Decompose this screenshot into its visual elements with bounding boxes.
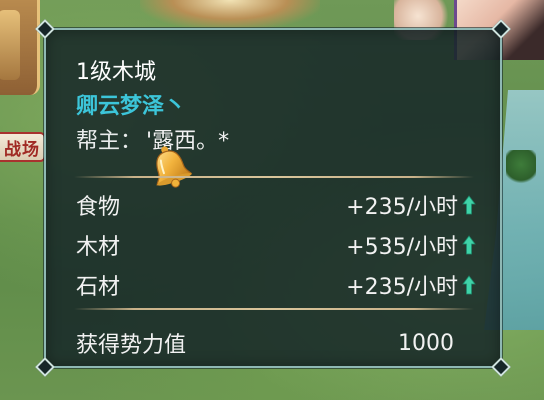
map-ornament-top: [140, 0, 320, 30]
city-title: 1级木城: [76, 60, 156, 85]
resource-row-wood: 木材 +535/小时: [76, 230, 476, 260]
divider: [74, 308, 474, 310]
battlefield-button[interactable]: 战场: [0, 132, 46, 162]
bell-icon[interactable]: [148, 142, 192, 190]
leader-label: 帮主：: [76, 129, 143, 154]
up-arrow-icon: [462, 235, 476, 255]
divider: [74, 176, 474, 178]
influence-row: 获得势力值 1000: [76, 328, 476, 359]
resource-row-food: 食物 +235/小时: [76, 190, 476, 220]
resource-name: 木材: [76, 235, 121, 260]
influence-value: 1000: [398, 330, 454, 356]
resource-name: 石材: [76, 275, 121, 300]
city-info-tooltip: 1级木城 卿云梦泽丶 帮主： '露西。* 食物 +235/小时 木材 +535/…: [35, 19, 511, 377]
building-pillar: [0, 10, 20, 80]
up-arrow-icon: [462, 275, 476, 295]
tree-icon: [506, 150, 536, 186]
up-arrow-icon: [462, 195, 476, 215]
resource-name: 食物: [76, 195, 121, 220]
resource-rate: +535/小时: [346, 235, 458, 260]
resource-rate: +235/小时: [346, 275, 458, 300]
resource-row-stone: 石材 +235/小时: [76, 270, 476, 300]
influence-label: 获得势力值: [76, 333, 187, 358]
owner-guild-name: 卿云梦泽丶: [76, 94, 187, 119]
building-roof-left: [0, 0, 40, 95]
resource-rate: +235/小时: [346, 195, 458, 220]
